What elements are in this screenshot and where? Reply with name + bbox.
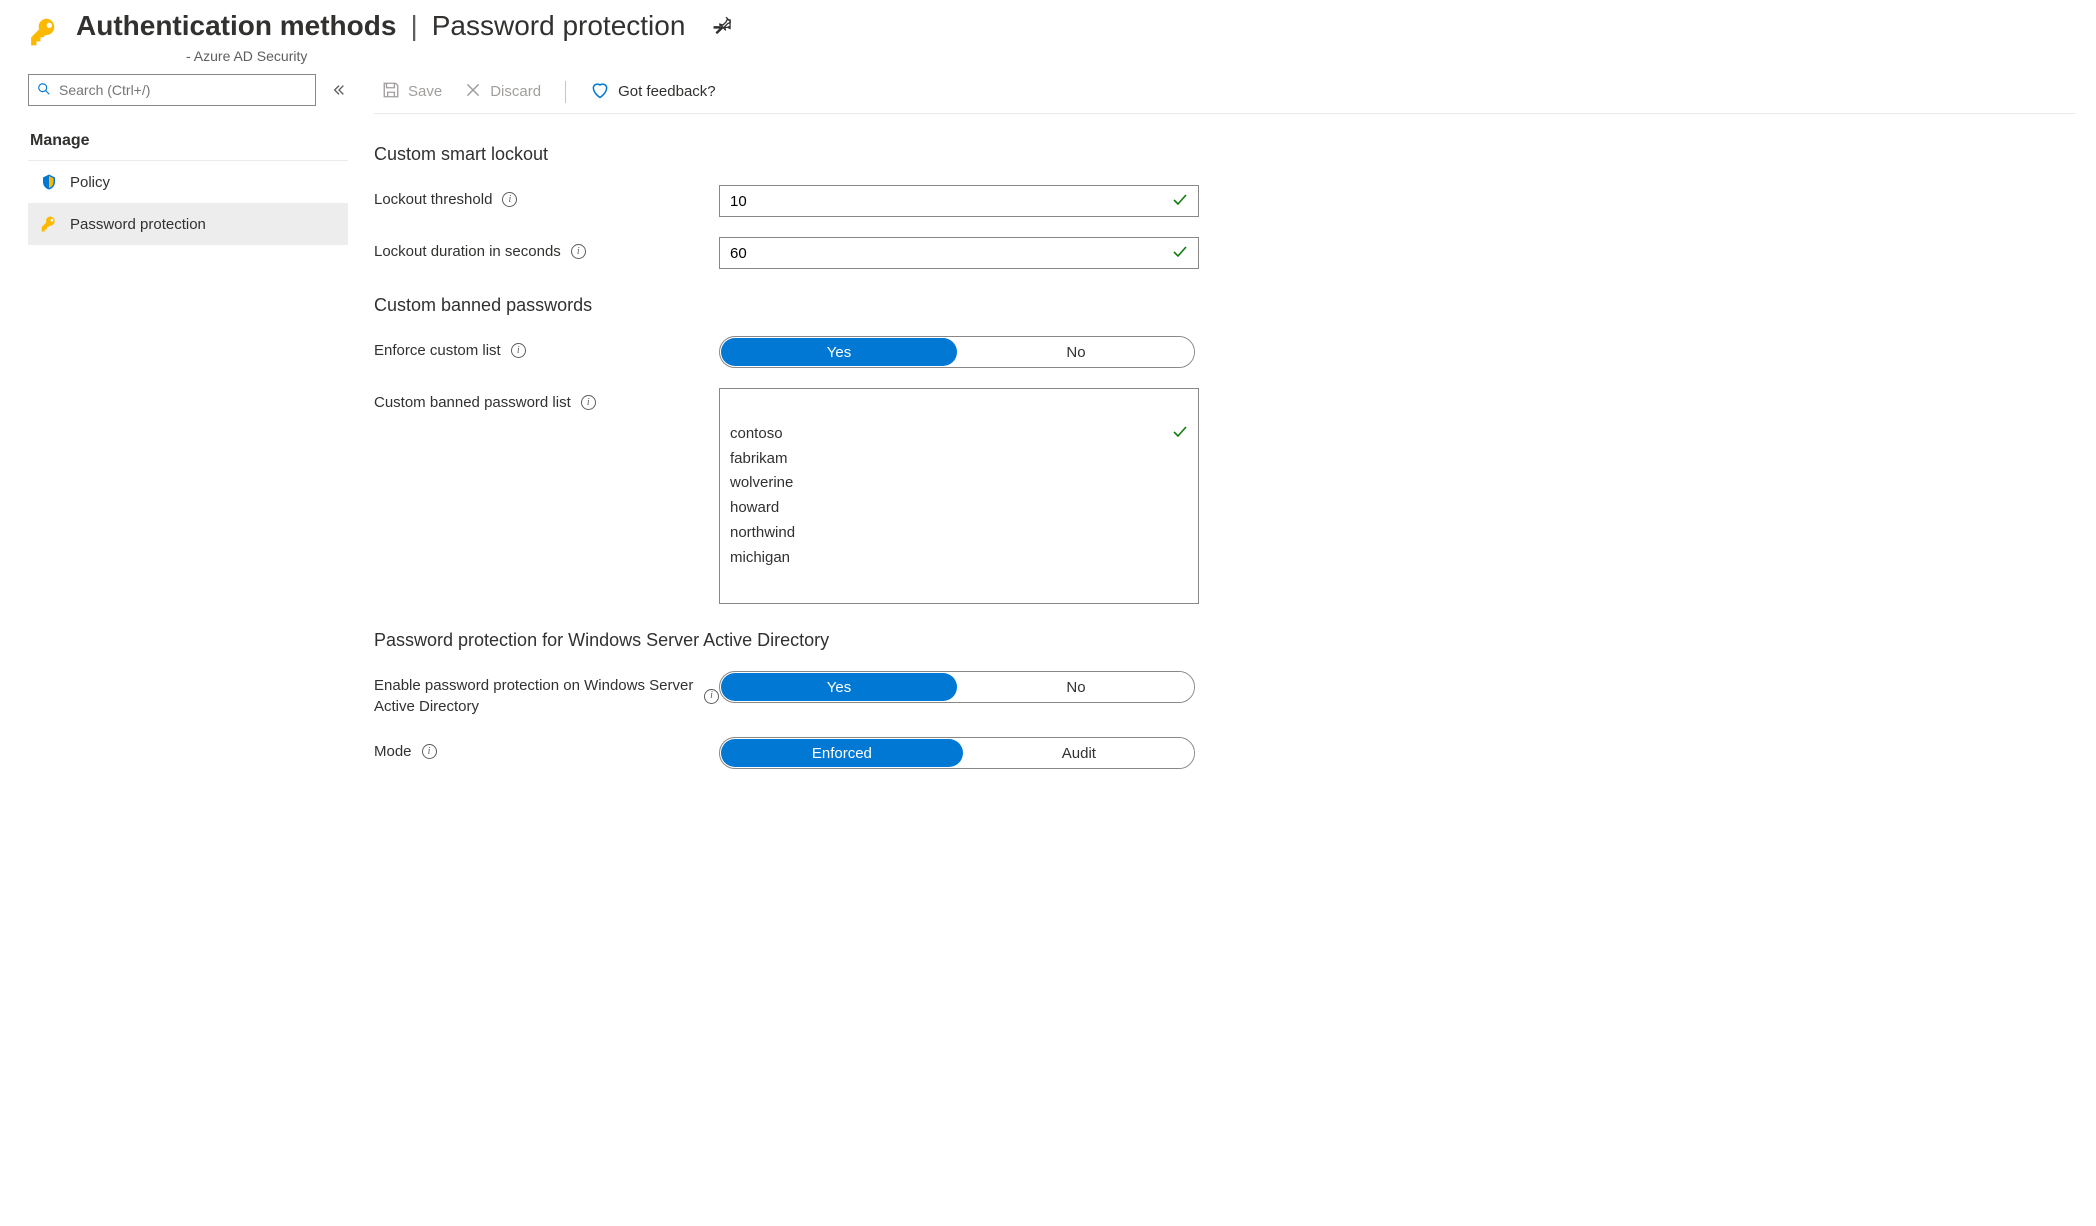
main-content: Save Discard Got feedback? Custo (374, 74, 2076, 769)
discard-label: Discard (490, 83, 541, 100)
mode-toggle[interactable]: Enforced Audit (719, 737, 1195, 769)
lockout-threshold-input-wrapper[interactable] (719, 185, 1199, 217)
feedback-button[interactable]: Got feedback? (582, 76, 724, 108)
enforce-custom-list-toggle[interactable]: Yes No (719, 336, 1195, 368)
search-icon (37, 82, 51, 99)
page-title-separator: | (410, 10, 417, 42)
save-button[interactable]: Save (374, 76, 450, 108)
lockout-duration-input-wrapper[interactable] (719, 237, 1199, 269)
close-icon (464, 81, 482, 103)
toggle-option-yes[interactable]: Yes (721, 673, 957, 701)
search-input[interactable] (59, 82, 307, 98)
page-header: Authentication methods | Password protec… (28, 10, 2076, 64)
lockout-threshold-input[interactable] (730, 193, 1188, 210)
pin-icon[interactable] (713, 10, 733, 42)
lockout-threshold-label: Lockout threshold i (374, 185, 719, 210)
enable-ws-label: Enable password protection on Windows Se… (374, 671, 719, 717)
toggle-option-no[interactable]: No (958, 337, 1194, 367)
lockout-duration-label: Lockout duration in seconds i (374, 237, 719, 262)
section-windows-server: Password protection for Windows Server A… (374, 630, 1424, 651)
page-title: Authentication methods | Password protec… (76, 10, 733, 42)
sidebar-item-label: Password protection (70, 216, 206, 233)
banned-list-textarea[interactable]: contoso fabrikam wolverine howard northw… (719, 388, 1199, 604)
page-title-secondary: Password protection (432, 10, 686, 42)
toolbar: Save Discard Got feedback? (374, 74, 2076, 114)
page-title-primary: Authentication methods (76, 10, 396, 42)
toolbar-separator (565, 81, 566, 103)
page-subtitle: - Azure AD Security (76, 48, 733, 64)
toggle-option-audit[interactable]: Audit (964, 738, 1194, 768)
toggle-option-no[interactable]: No (958, 672, 1194, 702)
toggle-option-enforced[interactable]: Enforced (721, 739, 963, 767)
info-icon[interactable]: i (422, 744, 437, 759)
sidebar-section-manage: Manage (28, 126, 348, 161)
banned-list-content: contoso fabrikam wolverine howard northw… (730, 425, 795, 566)
info-icon[interactable]: i (502, 192, 517, 207)
mode-label: Mode i (374, 737, 719, 762)
check-icon (1172, 244, 1188, 263)
enforce-custom-list-label: Enforce custom list i (374, 336, 719, 361)
sidebar-item-label: Policy (70, 174, 110, 191)
check-icon (1172, 399, 1188, 449)
info-icon[interactable]: i (511, 343, 526, 358)
enable-ws-toggle[interactable]: Yes No (719, 671, 1195, 703)
check-icon (1172, 192, 1188, 211)
key-icon (40, 215, 58, 233)
banned-list-label: Custom banned password list i (374, 388, 719, 413)
save-label: Save (408, 83, 442, 100)
sidebar-item-password-protection[interactable]: Password protection (28, 203, 348, 245)
info-icon[interactable]: i (704, 689, 719, 704)
key-icon (28, 16, 60, 48)
search-input-wrapper[interactable] (28, 74, 316, 106)
sidebar: Manage Policy Password protection (28, 74, 348, 769)
heart-icon (590, 80, 610, 104)
save-icon (382, 81, 400, 103)
feedback-label: Got feedback? (618, 83, 716, 100)
info-icon[interactable]: i (571, 244, 586, 259)
section-smart-lockout: Custom smart lockout (374, 144, 1424, 165)
discard-button[interactable]: Discard (456, 76, 549, 108)
info-icon[interactable]: i (581, 395, 596, 410)
toggle-option-yes[interactable]: Yes (721, 338, 957, 366)
policy-icon (40, 173, 58, 191)
collapse-sidebar-button[interactable] (330, 81, 348, 99)
lockout-duration-input[interactable] (730, 245, 1188, 262)
sidebar-item-policy[interactable]: Policy (28, 161, 348, 203)
section-banned-passwords: Custom banned passwords (374, 295, 1424, 316)
